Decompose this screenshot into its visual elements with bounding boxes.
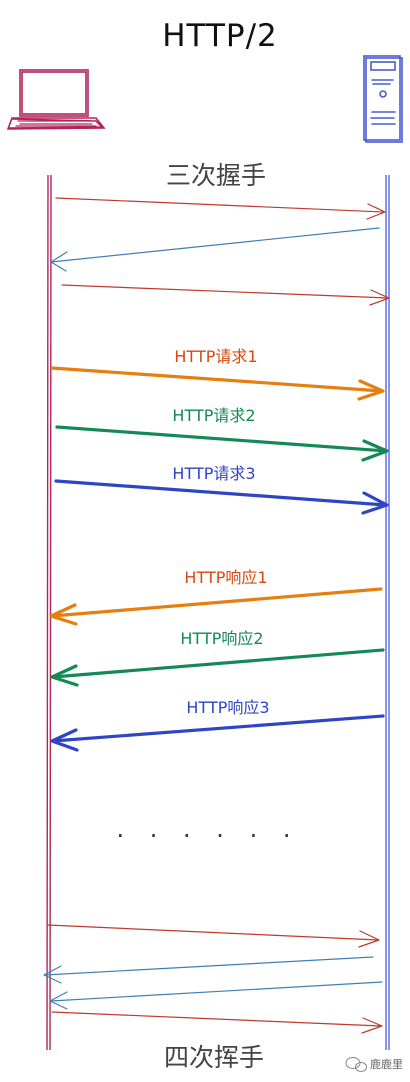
handshake-syn-arrow (55, 197, 386, 220)
ellipsis-dots: · · · · · · (117, 822, 300, 850)
handshake-synack-arrow (50, 227, 380, 272)
response-3-arrow (50, 714, 385, 752)
diagram-title: HTTP/2 (162, 18, 278, 54)
wave-label: 四次挥手 (164, 1043, 264, 1072)
watermark-text: 鹿鹿里 (370, 1057, 403, 1071)
request-1-label: HTTP请求1 (174, 347, 257, 366)
response-1-label: HTTP响应1 (184, 568, 267, 587)
request-1-arrow (50, 366, 385, 401)
server-lifeline (385, 175, 390, 1050)
wechat-icon (345, 1057, 367, 1072)
request-3-label: HTTP请求3 (172, 464, 255, 483)
wave-arrows (43, 924, 383, 1034)
handshake-label: 三次握手 (166, 161, 266, 190)
watermark: 鹿鹿里 (345, 1057, 403, 1072)
handshake-arrows (50, 197, 390, 306)
wave-ack2-arrow (51, 1011, 383, 1034)
wave-fin2-arrow (49, 981, 383, 1010)
wave-ack-arrow (43, 956, 374, 984)
request-2-label: HTTP请求2 (172, 406, 255, 425)
response-1-arrow (49, 587, 383, 626)
response-2-label: HTTP响应2 (180, 629, 263, 648)
request-2-arrow (55, 425, 389, 462)
request-3-arrow (54, 479, 389, 515)
response-2-arrow (50, 648, 385, 687)
response-3-label: HTTP响应3 (186, 698, 269, 717)
server-icon (363, 55, 403, 143)
handshake-ack-arrow (61, 284, 390, 306)
http2-sequence-diagram: HTTP/2 三次握手 HTTP请求1 HTTP请求2 HTTP请求3 HTTP… (6, 18, 403, 1074)
client-lifeline (46, 174, 52, 1051)
laptop-icon (6, 69, 106, 130)
wave-fin-arrow (47, 924, 380, 948)
